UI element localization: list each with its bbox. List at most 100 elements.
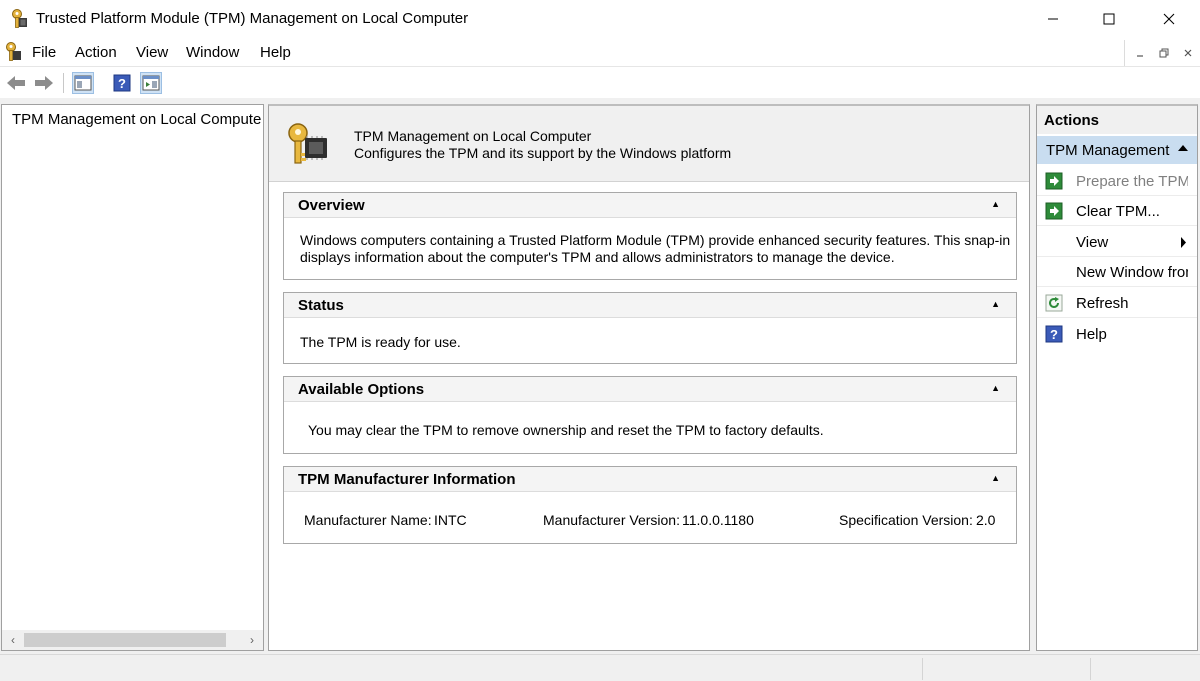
action-help[interactable]: ? Help: [1037, 319, 1197, 349]
svg-text:?: ?: [118, 76, 126, 91]
menu-window[interactable]: Window: [186, 44, 239, 61]
overview-section-title: Overview: [298, 197, 365, 214]
overview-line-2: displays information about the computer'…: [300, 249, 895, 265]
back-button[interactable]: [5, 72, 27, 94]
back-arrow-icon: [7, 76, 25, 90]
action-label: Refresh: [1076, 295, 1129, 312]
console-tree: TPM Management on Local Computer ‹ ›: [1, 104, 264, 651]
overview-section-header[interactable]: Overview ▲: [284, 193, 1016, 218]
show-hide-action-pane-button[interactable]: [140, 72, 162, 94]
action-new-window[interactable]: New Window from Here: [1037, 257, 1197, 287]
title-bar: Trusted Platform Module (TPM) Management…: [0, 0, 1200, 38]
details-subtitle: Configures the TPM and its support by th…: [354, 145, 732, 161]
menu-help[interactable]: Help: [260, 44, 291, 61]
manufacturer-version-value: 11.0.0.1180: [682, 512, 754, 528]
close-icon: [1163, 13, 1175, 25]
available-options-section-header[interactable]: Available Options ▲: [284, 377, 1016, 402]
forward-arrow-icon: [35, 76, 53, 90]
show-hide-tree-button[interactable]: [72, 72, 94, 94]
scroll-right-button[interactable]: ›: [244, 632, 260, 648]
menu-view[interactable]: View: [136, 44, 168, 61]
available-options-section-title: Available Options: [298, 381, 425, 398]
overview-line-1: Windows computers containing a Trusted P…: [300, 232, 1011, 248]
menu-file[interactable]: File: [32, 44, 56, 61]
manufacturer-name-value: INTC: [434, 512, 467, 528]
collapse-icon[interactable]: ▲: [991, 383, 1000, 393]
tpm-key-chip-icon: [288, 123, 327, 164]
mdi-restore-button[interactable]: [1153, 42, 1175, 64]
green-arrow-icon: [1045, 202, 1063, 220]
status-text: The TPM is ready for use.: [300, 334, 461, 350]
overview-section: Overview ▲ Windows computers containing …: [283, 192, 1017, 280]
collapse-icon[interactable]: ▲: [991, 299, 1000, 309]
specification-version-value: 2.0: [976, 512, 996, 528]
manufacturer-section-header[interactable]: TPM Manufacturer Information ▲: [284, 467, 1016, 492]
minimize-icon: [1048, 18, 1058, 20]
actions-group-label: TPM Management on Local Computer: [1046, 142, 1171, 159]
action-clear-tpm[interactable]: Clear TPM...: [1037, 196, 1197, 226]
actions-title-bar: Actions: [1037, 106, 1197, 134]
collapse-icon[interactable]: ▲: [991, 473, 1000, 483]
manufacturer-name-label: Manufacturer Name:: [304, 512, 432, 528]
actions-group-header[interactable]: TPM Management on Local Computer: [1037, 136, 1197, 164]
collapse-icon[interactable]: ▲: [991, 199, 1000, 209]
manufacturer-version-label: Manufacturer Version:: [543, 512, 680, 528]
green-arrow-icon: [1045, 172, 1063, 190]
status-bar-divider: [922, 658, 923, 680]
scrollbar-thumb[interactable]: [24, 633, 226, 647]
actions-pane: Actions TPM Management on Local Computer…: [1036, 104, 1198, 651]
help-toolbar-button[interactable]: ?: [111, 72, 133, 94]
close-button[interactable]: [1146, 0, 1192, 38]
scroll-left-button[interactable]: ‹: [5, 632, 21, 648]
action-prepare-tpm[interactable]: Prepare the TPM...: [1037, 166, 1197, 196]
toolbar-separator: [63, 73, 64, 93]
details-pane: TPM Management on Local Computer Configu…: [268, 104, 1030, 651]
available-options-text: You may clear the TPM to remove ownershi…: [308, 422, 824, 438]
maximize-button[interactable]: [1086, 0, 1132, 38]
status-section-title: Status: [298, 297, 344, 314]
refresh-icon: [1045, 294, 1063, 312]
tpm-key-icon: [12, 9, 27, 28]
svg-text:?: ?: [1050, 327, 1058, 342]
maximize-icon: [1103, 13, 1115, 25]
action-label: View: [1076, 234, 1109, 251]
mdi-close-button[interactable]: [1177, 42, 1199, 64]
tree-item-label: TPM Management on Local Computer: [12, 110, 262, 128]
overview-text: Windows computers containing a Trusted P…: [300, 232, 1010, 266]
tree-item-tpm-management[interactable]: TPM Management on Local Computer: [6, 109, 262, 129]
menu-bar: File Action View Window Help: [0, 38, 1200, 66]
details-header: TPM Management on Local Computer Configu…: [269, 106, 1029, 182]
action-label: Clear TPM...: [1076, 203, 1160, 220]
minimize-icon: [1137, 55, 1143, 57]
action-label: Help: [1076, 326, 1107, 343]
manufacturer-section-title: TPM Manufacturer Information: [298, 471, 516, 488]
manufacturer-info: Manufacturer Name: INTC Manufacturer Ver…: [304, 512, 1004, 529]
horizontal-scrollbar[interactable]: ‹ ›: [2, 630, 263, 650]
action-label: Prepare the TPM...: [1076, 173, 1188, 190]
restore-icon: [1159, 48, 1169, 58]
help-icon: ?: [113, 74, 131, 92]
specification-version-label: Specification Version:: [839, 512, 973, 528]
tpm-key-icon[interactable]: [4, 42, 22, 62]
actions-title: Actions: [1044, 112, 1100, 129]
action-refresh[interactable]: Refresh: [1037, 288, 1197, 318]
console-tree-icon: [74, 75, 92, 91]
action-view[interactable]: View: [1037, 227, 1197, 257]
submenu-arrow-icon: [1181, 237, 1186, 248]
forward-button[interactable]: [33, 72, 55, 94]
toolbar: ?: [0, 66, 1200, 98]
status-section-header[interactable]: Status ▲: [284, 293, 1016, 318]
status-section: Status ▲ The TPM is ready for use.: [283, 292, 1017, 364]
manufacturer-section: TPM Manufacturer Information ▲ Manufactu…: [283, 466, 1017, 544]
window-title: Trusted Platform Module (TPM) Management…: [36, 10, 469, 27]
menu-action[interactable]: Action: [75, 44, 117, 61]
status-bar: [0, 654, 1200, 681]
close-icon: [1184, 49, 1192, 57]
mdi-minimize-button[interactable]: [1129, 42, 1151, 64]
mdi-controls: [1124, 40, 1200, 66]
chevron-up-icon[interactable]: [1177, 144, 1189, 152]
minimize-button[interactable]: [1030, 0, 1076, 38]
action-pane-icon: [142, 75, 160, 91]
details-title: TPM Management on Local Computer: [354, 128, 592, 144]
action-label: New Window from Here: [1076, 264, 1188, 281]
